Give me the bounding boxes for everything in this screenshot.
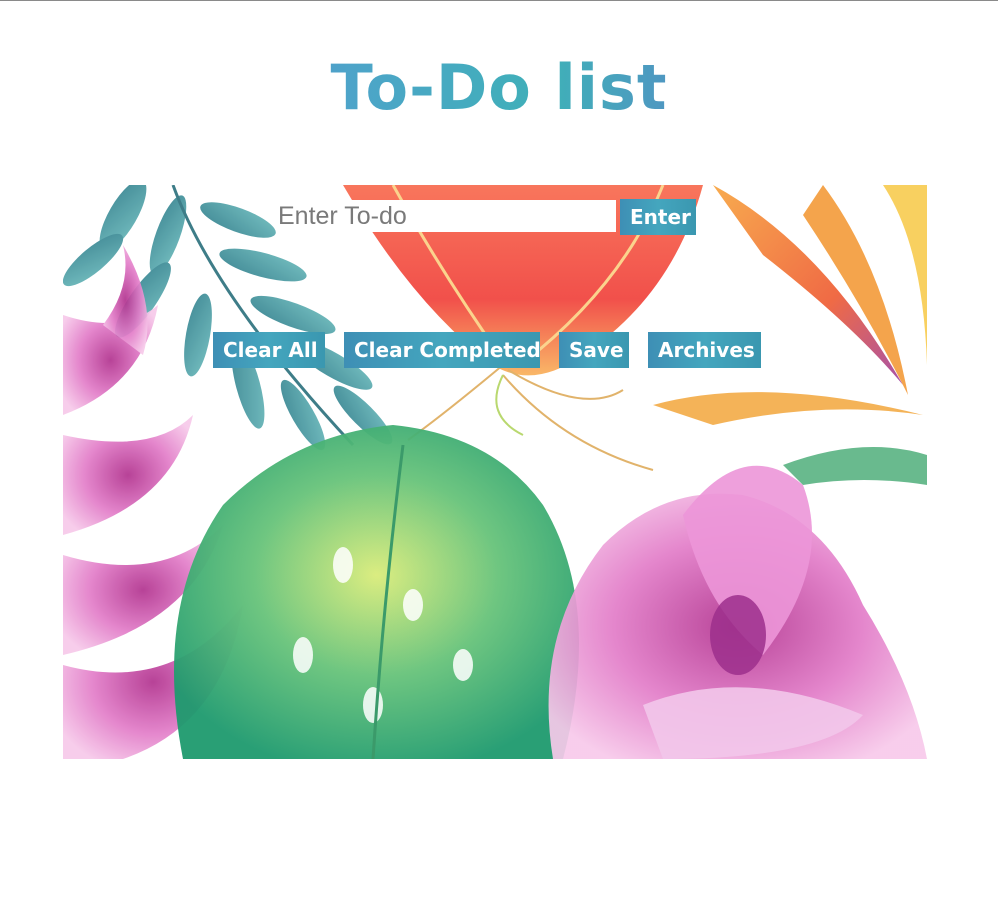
page-title: To-Do list: [0, 52, 998, 124]
save-button[interactable]: Save: [559, 332, 629, 368]
pink-iris-flower: [548, 465, 927, 759]
window-top-border: [0, 0, 998, 1]
clear-completed-button[interactable]: Clear Completed: [344, 332, 541, 368]
clear-all-button[interactable]: Clear All: [213, 332, 325, 368]
tropical-watercolor-background: [63, 185, 927, 759]
todo-input[interactable]: [276, 200, 616, 232]
monstera-leaf: [174, 425, 579, 759]
archives-button[interactable]: Archives: [648, 332, 761, 368]
enter-button[interactable]: Enter: [620, 199, 696, 235]
